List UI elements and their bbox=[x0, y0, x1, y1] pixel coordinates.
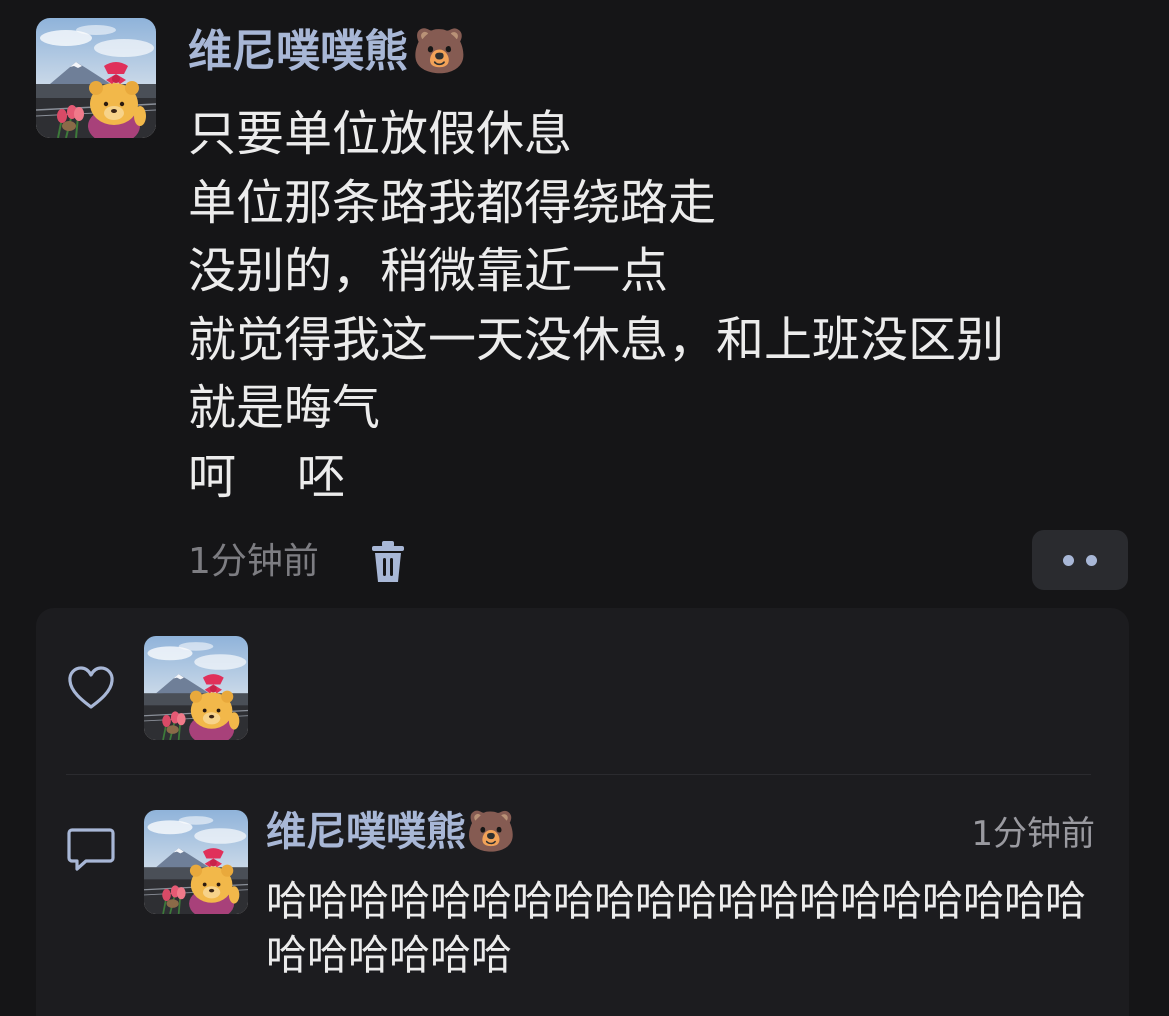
more-button[interactable] bbox=[1032, 530, 1128, 590]
more-dots-icon bbox=[1086, 555, 1097, 566]
post-content: 只要单位放假休息 单位那条路我都得绕路走 没别的，稍微靠近一点 就觉得我这一天没… bbox=[188, 100, 1128, 511]
reply-timestamp: 1分钟前 bbox=[971, 814, 1095, 854]
bear-emoji: 🐻 bbox=[466, 809, 516, 855]
author-name[interactable]: 维尼噗噗熊🐻 bbox=[188, 24, 467, 80]
post-line: 就觉得我这一天没休息，和上班没区别 bbox=[188, 311, 1005, 368]
author-avatar[interactable] bbox=[36, 18, 156, 138]
divider bbox=[66, 774, 1091, 775]
reply-author-avatar[interactable] bbox=[144, 810, 248, 914]
post-line: 就是晦气 bbox=[188, 380, 381, 436]
comment-thread-screen: 维尼噗噗熊🐻 只要单位放假休息 单位那条路我都得绕路走 没别的，稍微靠近一点 就… bbox=[0, 0, 1169, 1016]
reply-author-name[interactable]: 维尼噗噗熊🐻 bbox=[266, 806, 516, 858]
liker-avatar[interactable] bbox=[144, 636, 248, 740]
heart-icon[interactable] bbox=[66, 664, 116, 712]
reply-text: 哈哈哈哈哈哈哈哈哈哈哈哈哈哈哈哈哈哈哈哈哈哈哈哈哈哈 bbox=[266, 877, 1086, 979]
comment-icon[interactable] bbox=[66, 826, 116, 872]
more-dots-icon bbox=[1063, 555, 1074, 566]
post-line: 单位那条路我都得绕路走 bbox=[188, 174, 717, 231]
post-line: 只要单位放假休息 bbox=[188, 106, 573, 162]
author-name-text: 维尼噗噗熊 bbox=[188, 26, 408, 77]
bear-emoji: 🐻 bbox=[412, 26, 467, 77]
reply-author-name-text: 维尼噗噗熊 bbox=[266, 809, 466, 855]
post-line: 呵 呸 bbox=[188, 448, 346, 505]
post-timestamp: 1分钟前 bbox=[188, 541, 319, 582]
post-line: 没别的，稍微靠近一点 bbox=[188, 243, 669, 299]
trash-icon[interactable] bbox=[368, 540, 408, 584]
